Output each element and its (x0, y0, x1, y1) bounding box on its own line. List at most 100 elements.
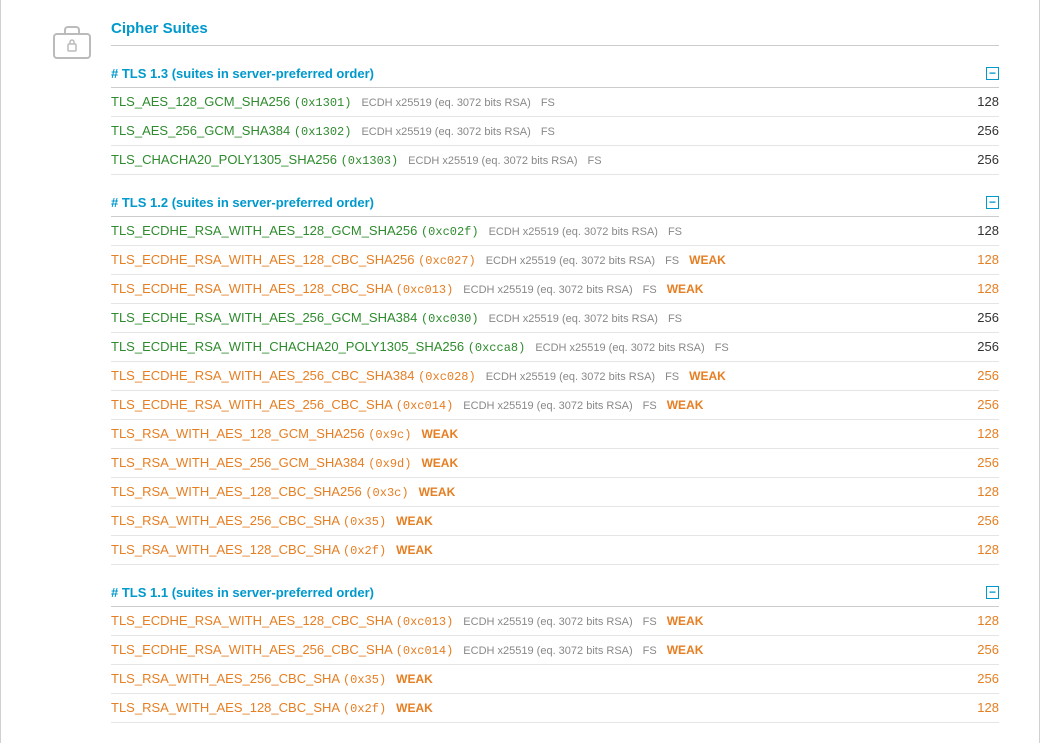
content-column: Cipher Suites # TLS 1.3 (suites in serve… (111, 20, 999, 723)
cipher-suites-panel: Cipher Suites # TLS 1.3 (suites in serve… (0, 0, 1040, 743)
cipher-hex: (0xc014) (396, 644, 454, 658)
cipher-name[interactable]: TLS_RSA_WITH_AES_256_GCM_SHA384 (0x9d) (111, 455, 411, 471)
cipher-row: TLS_RSA_WITH_AES_256_CBC_SHA (0x35)WEAK2… (111, 665, 999, 694)
cipher-name[interactable]: TLS_ECDHE_RSA_WITH_AES_256_CBC_SHA384 (0… (111, 368, 476, 384)
cipher-strength: 256 (959, 310, 999, 325)
cipher-strength: 128 (959, 252, 999, 267)
cipher-details: ECDH x25519 (eq. 3072 bits RSA) (486, 255, 655, 267)
cipher-name[interactable]: TLS_RSA_WITH_AES_256_CBC_SHA (0x35) (111, 671, 386, 687)
fs-badge: FS (665, 371, 679, 383)
cipher-details: ECDH x25519 (eq. 3072 bits RSA) (463, 400, 632, 412)
section-title: Cipher Suites (111, 20, 999, 46)
cipher-name[interactable]: TLS_ECDHE_RSA_WITH_AES_256_CBC_SHA (0xc0… (111, 642, 453, 658)
cipher-name[interactable]: TLS_RSA_WITH_AES_128_CBC_SHA (0x2f) (111, 700, 386, 716)
cipher-strength: 256 (959, 339, 999, 354)
cipher-name[interactable]: TLS_RSA_WITH_AES_128_GCM_SHA256 (0x9c) (111, 426, 411, 442)
weak-badge: WEAK (667, 282, 704, 296)
cipher-row: TLS_RSA_WITH_AES_128_CBC_SHA (0x2f)WEAK1… (111, 536, 999, 565)
cipher-name[interactable]: TLS_ECDHE_RSA_WITH_AES_128_GCM_SHA256 (0… (111, 223, 479, 239)
cipher-hex: (0x1303) (341, 154, 399, 168)
weak-badge: WEAK (421, 427, 458, 441)
cipher-strength: 256 (959, 513, 999, 528)
cipher-row: TLS_AES_256_GCM_SHA384 (0x1302)ECDH x255… (111, 117, 999, 146)
cipher-row: TLS_ECDHE_RSA_WITH_AES_128_GCM_SHA256 (0… (111, 217, 999, 246)
weak-badge: WEAK (667, 643, 704, 657)
cipher-row: TLS_AES_128_GCM_SHA256 (0x1301) ECDH x255… (111, 88, 999, 117)
group-header-tls11: # TLS 1.1 (suites in server-preferred or… (111, 579, 999, 607)
cipher-hex: (0xc030) (421, 312, 479, 326)
cipher-name[interactable]: TLS_AES_128_GCM_SHA256 (0x1301) (111, 94, 351, 110)
cipher-name[interactable]: TLS_ECDHE_RSA_WITH_AES_256_CBC_SHA (0xc0… (111, 397, 453, 413)
weak-badge: WEAK (419, 485, 456, 499)
cipher-hex: (0x9c) (368, 428, 411, 442)
cipher-hex: (0xc013) (396, 283, 454, 297)
group-label: # TLS 1.3 (suites in server-preferred or… (111, 66, 374, 81)
collapse-toggle[interactable]: − (986, 67, 999, 80)
cipher-name[interactable]: TLS_ECDHE_RSA_WITH_AES_128_CBC_SHA256 (0… (111, 252, 476, 268)
cipher-strength: 256 (959, 368, 999, 383)
cipher-name[interactable]: TLS_AES_256_GCM_SHA384 (0x1302) (111, 123, 351, 139)
cipher-hex: (0xc013) (396, 615, 454, 629)
cipher-hex: (0x35) (343, 515, 386, 529)
cipher-details: ECDH x25519 (eq. 3072 bits RSA) (408, 155, 577, 167)
weak-badge: WEAK (667, 398, 704, 412)
cipher-row: TLS_RSA_WITH_AES_256_GCM_SHA384 (0x9d) WE… (111, 449, 999, 478)
cipher-name[interactable]: TLS_RSA_WITH_AES_128_CBC_SHA (0x2f) (111, 542, 386, 558)
cipher-row: TLS_RSA_WITH_AES_128_CBC_SHA (0x2f) WEAK 1… (111, 694, 999, 723)
weak-badge: WEAK (689, 253, 726, 267)
cipher-row: TLS_RSA_WITH_AES_128_GCM_SHA256 (0x9c) WE… (111, 420, 999, 449)
section-icon-col (51, 20, 111, 62)
briefcase-lock-icon (51, 24, 111, 62)
cipher-strength: 128 (959, 94, 999, 109)
cipher-name[interactable]: TLS_ECDHE_RSA_WITH_CHACHA20_POLY1305_SHA… (111, 339, 525, 355)
weak-badge: WEAK (396, 701, 433, 715)
cipher-strength: 256 (959, 642, 999, 657)
cipher-details: ECDH x25519 (eq. 3072 bits RSA) (463, 284, 632, 296)
fs-badge: FS (643, 616, 657, 628)
cipher-hex: (0x1301) (294, 96, 352, 110)
cipher-row: TLS_ECDHE_RSA_WITH_AES_128_CBC_SHA (0xc0… (111, 607, 999, 636)
cipher-name[interactable]: TLS_CHACHA20_POLY1305_SHA256 (0x1303) (111, 152, 398, 168)
group-header-tls12: # TLS 1.2 (suites in server-preferred or… (111, 189, 999, 217)
cipher-name[interactable]: TLS_RSA_WITH_AES_128_CBC_SHA256 (0x3c) (111, 484, 409, 500)
cipher-hex: (0xcca8) (468, 341, 526, 355)
cipher-details: ECDH x25519 (eq. 3072 bits RSA) (535, 342, 704, 354)
cipher-strength: 256 (959, 152, 999, 167)
collapse-toggle[interactable]: − (986, 196, 999, 209)
cipher-hex: (0x2f) (343, 544, 386, 558)
cipher-hex: (0xc028) (418, 370, 476, 384)
cipher-hex: (0xc027) (418, 254, 476, 268)
weak-badge: WEAK (421, 456, 458, 470)
cipher-hex: (0xc014) (396, 399, 454, 413)
cipher-hex: (0x35) (343, 673, 386, 687)
cipher-name[interactable]: TLS_ECDHE_RSA_WITH_AES_128_CBC_SHA (0xc0… (111, 613, 453, 629)
cipher-row: TLS_ECDHE_RSA_WITH_CHACHA20_POLY1305_SHA… (111, 333, 999, 362)
cipher-strength: 128 (959, 700, 999, 715)
cipher-name[interactable]: TLS_RSA_WITH_AES_256_CBC_SHA (0x35) (111, 513, 386, 529)
weak-badge: WEAK (667, 614, 704, 628)
cipher-row: TLS_ECDHE_RSA_WITH_AES_128_CBC_SHA256 (0… (111, 246, 999, 275)
cipher-details: ECDH x25519 (eq. 3072 bits RSA) (489, 226, 658, 238)
cipher-name[interactable]: TLS_ECDHE_RSA_WITH_AES_128_CBC_SHA (0xc0… (111, 281, 453, 297)
cipher-strength: 128 (959, 484, 999, 499)
fs-badge: FS (643, 645, 657, 657)
collapse-toggle[interactable]: − (986, 586, 999, 599)
cipher-details: ECDH x25519 (eq. 3072 bits RSA) (486, 371, 655, 383)
cipher-strength: 128 (959, 281, 999, 296)
group-label: # TLS 1.2 (suites in server-preferred or… (111, 195, 374, 210)
cipher-details: ECDH x25519 (eq. 3072 bits RSA) (361, 97, 530, 109)
cipher-row: TLS_RSA_WITH_AES_128_CBC_SHA256 (0x3c) WE… (111, 478, 999, 507)
cipher-hex: (0x9d) (368, 457, 411, 471)
cipher-hex: (0x3c) (365, 486, 408, 500)
weak-badge: WEAK (689, 369, 726, 383)
fs-badge: FS (541, 97, 555, 109)
cipher-details: ECDH x25519 (eq. 3072 bits RSA) (489, 313, 658, 325)
cipher-name[interactable]: TLS_ECDHE_RSA_WITH_AES_256_GCM_SHA384 (0… (111, 310, 479, 326)
fs-badge: FS (588, 155, 602, 167)
fs-badge: FS (665, 255, 679, 267)
cipher-row: TLS_ECDHE_RSA_WITH_AES_256_CBC_SHA (0xc0… (111, 391, 999, 420)
cipher-strength: 128 (959, 223, 999, 238)
cipher-strength: 128 (959, 613, 999, 628)
fs-badge: FS (668, 226, 682, 238)
weak-badge: WEAK (396, 543, 433, 557)
